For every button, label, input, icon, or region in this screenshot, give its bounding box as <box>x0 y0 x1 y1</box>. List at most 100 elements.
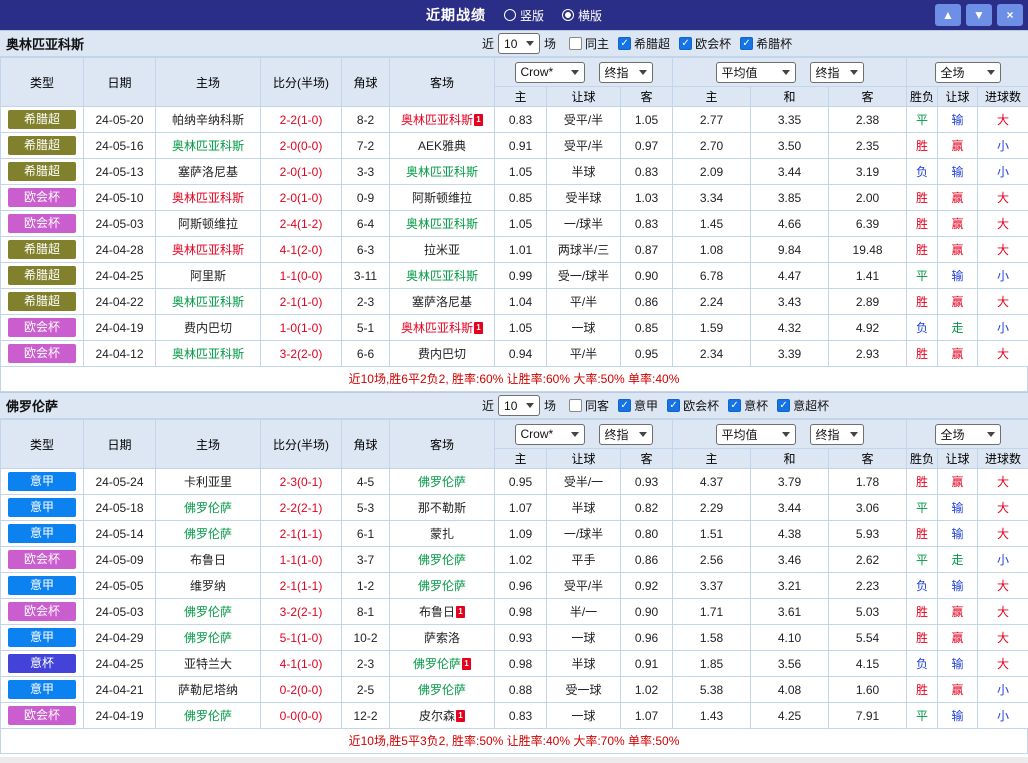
down-arrow-icon: ▼ <box>973 8 985 22</box>
handicap-away-odds: 0.92 <box>621 573 673 599</box>
euro-draw-odds: 3.43 <box>751 289 829 315</box>
match-row: 希腊超24-04-25阿里斯1-1(0-0)3-11奥林匹亚科斯0.99受一/球… <box>1 263 1028 289</box>
euro-away-odds: 4.15 <box>829 651 907 677</box>
filter-checkbox[interactable]: ✓意杯 <box>728 397 768 414</box>
filter-checkbox[interactable]: 同主 <box>569 35 609 52</box>
handicap-home-odds: 0.95 <box>495 469 547 495</box>
checkbox-icon: ✓ <box>618 399 631 412</box>
match-date: 24-04-25 <box>84 651 156 677</box>
away-team-cell: 费内巴切 <box>390 341 495 367</box>
sub-column-header: 和 <box>751 449 829 469</box>
home-team-name: 维罗纳 <box>190 579 226 593</box>
titlebar-center: 近期战绩 竖版 横版 <box>426 5 602 25</box>
corner-score: 0-9 <box>342 185 390 211</box>
handicap-away-odds: 1.02 <box>621 677 673 703</box>
layout-radio-horizontal[interactable]: 横版 <box>562 7 602 24</box>
result-handicap: 赢 <box>938 289 978 315</box>
filter-checkbox[interactable]: ✓欧会杯 <box>679 35 731 52</box>
euro-away-odds: 2.93 <box>829 341 907 367</box>
league-type-cell: 欧会杯 <box>1 211 84 237</box>
euro-home-odds: 1.51 <box>673 521 751 547</box>
match-date: 24-04-29 <box>84 625 156 651</box>
games-label: 场 <box>544 35 556 52</box>
final-index-select[interactable]: 终指 <box>599 62 653 83</box>
final-index-select[interactable]: 终指 <box>599 424 653 445</box>
chevron-down-icon <box>571 432 579 437</box>
match-row: 欧会杯24-05-03阿斯顿维拉2-4(1-2)6-4奥林匹亚科斯1.05一/球… <box>1 211 1028 237</box>
select-value: 10 <box>504 37 517 51</box>
scope-select-wrap: 全场 <box>907 62 1028 83</box>
euro-odds-group-header: 平均值终指 <box>673 58 907 87</box>
home-team-name: 奥林匹亚科斯 <box>172 347 244 361</box>
average-select[interactable]: 平均值 <box>716 424 796 445</box>
match-date: 24-04-22 <box>84 289 156 315</box>
result-goals: 大 <box>978 599 1028 625</box>
match-date: 24-05-14 <box>84 521 156 547</box>
filter-checkbox[interactable]: ✓希腊杯 <box>740 35 792 52</box>
league-badge: 欧会杯 <box>8 318 76 337</box>
red-card-icon: 1 <box>474 114 483 126</box>
average-select[interactable]: 平均值 <box>716 62 796 83</box>
league-type-cell: 意甲 <box>1 677 84 703</box>
recent-count-select[interactable]: 10 <box>498 395 540 416</box>
checkbox-icon: ✓ <box>777 399 790 412</box>
layout-radio-vertical[interactable]: 竖版 <box>504 7 544 24</box>
result-outcome: 胜 <box>907 599 938 625</box>
euro-draw-odds: 3.21 <box>751 573 829 599</box>
match-score: 2-4(1-2) <box>261 211 342 237</box>
team-section: 佛罗伦萨近10场同客✓意甲✓欧会杯✓意杯✓意超杯类型日期主场比分(半场)角球客场… <box>0 392 1028 754</box>
match-score: 2-3(0-1) <box>261 469 342 495</box>
result-goals: 大 <box>978 185 1028 211</box>
filter-checkbox[interactable]: ✓希腊超 <box>618 35 670 52</box>
league-type-cell: 希腊超 <box>1 237 84 263</box>
scope-select[interactable]: 全场 <box>935 424 1001 445</box>
result-handicap: 输 <box>938 263 978 289</box>
euro-draw-odds: 3.50 <box>751 133 829 159</box>
radio-vertical-label: 竖版 <box>520 7 544 24</box>
section-header: 佛罗伦萨近10场同客✓意甲✓欧会杯✓意杯✓意超杯 <box>0 392 1028 419</box>
section-summary: 近10场,胜5平3负2, 胜率:50% 让胜率:40% 大率:70% 单率:50… <box>0 729 1028 754</box>
league-type-cell: 希腊超 <box>1 107 84 133</box>
away-team-cell: 佛罗伦萨 <box>390 547 495 573</box>
scroll-down-button[interactable]: ▼ <box>966 4 992 26</box>
away-team-cell: 皮尔森1 <box>390 703 495 729</box>
filter-checkbox[interactable]: ✓意超杯 <box>777 397 829 414</box>
away-team-cell: AEK雅典 <box>390 133 495 159</box>
select-value: Crow* <box>521 427 554 441</box>
bookmaker-select[interactable]: Crow* <box>515 424 585 445</box>
column-header: 角球 <box>342 420 390 469</box>
away-team-cell: 奥林匹亚科斯1 <box>390 315 495 341</box>
recent-count-select[interactable]: 10 <box>498 33 540 54</box>
match-row: 欧会杯24-04-19佛罗伦萨0-0(0-0)12-2皮尔森10.83一球1.0… <box>1 703 1028 729</box>
chevron-down-icon <box>987 432 995 437</box>
filter-checkbox[interactable]: 同客 <box>569 397 609 414</box>
handicap-line: 两球半/三 <box>547 237 621 263</box>
league-badge: 意杯 <box>8 654 76 673</box>
league-badge: 意甲 <box>8 628 76 647</box>
match-score: 2-0(1-0) <box>261 185 342 211</box>
select-value: 终指 <box>605 64 629 81</box>
away-team-cell: 布鲁日1 <box>390 599 495 625</box>
corner-score: 2-3 <box>342 289 390 315</box>
result-outcome: 胜 <box>907 211 938 237</box>
result-handicap: 赢 <box>938 469 978 495</box>
home-team-cell: 奥林匹亚科斯 <box>156 185 261 211</box>
final-index-select[interactable]: 终指 <box>810 62 864 83</box>
filter-checkbox[interactable]: ✓欧会杯 <box>667 397 719 414</box>
euro-draw-odds: 9.84 <box>751 237 829 263</box>
bookmaker-select[interactable]: Crow* <box>515 62 585 83</box>
scope-select-wrap: 全场 <box>907 424 1028 445</box>
final-index-select[interactable]: 终指 <box>810 424 864 445</box>
scroll-up-button[interactable]: ▲ <box>935 4 961 26</box>
match-date: 24-04-12 <box>84 341 156 367</box>
corner-score: 3-7 <box>342 547 390 573</box>
scope-select[interactable]: 全场 <box>935 62 1001 83</box>
home-team-cell: 萨勒尼塔纳 <box>156 677 261 703</box>
match-score: 3-2(2-0) <box>261 341 342 367</box>
euro-home-odds: 6.78 <box>673 263 751 289</box>
match-score: 2-0(0-0) <box>261 133 342 159</box>
euro-draw-odds: 4.66 <box>751 211 829 237</box>
results-table: 类型日期主场比分(半场)角球客场Crow*终指平均值终指全场主让球客主和客胜负让… <box>0 419 1028 729</box>
close-button[interactable]: × <box>997 4 1023 26</box>
filter-checkbox[interactable]: ✓意甲 <box>618 397 658 414</box>
